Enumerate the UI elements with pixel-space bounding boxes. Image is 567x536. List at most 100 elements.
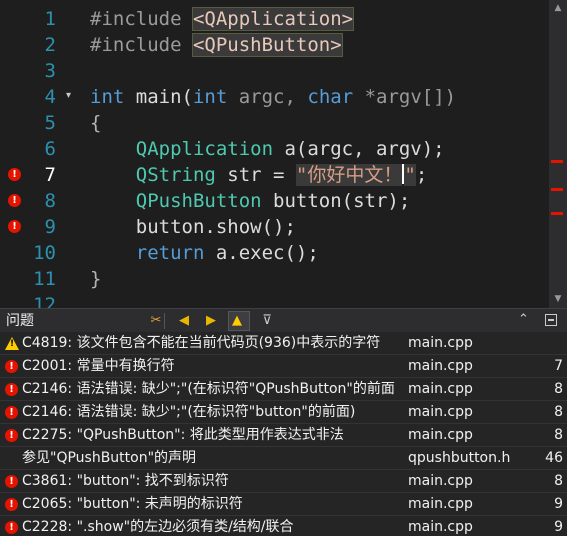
error-glyph-icon[interactable]: ! — [8, 194, 21, 207]
code-token: { — [90, 112, 102, 134]
error-line: 9 — [554, 519, 563, 535]
code-area[interactable]: #include <QApplication> #include <QPushBu… — [84, 0, 549, 308]
code-token: QPushButton — [90, 190, 262, 212]
error-file: qpushbutton.h — [408, 450, 511, 466]
scroll-error-marker — [551, 160, 563, 163]
funnel-icon[interactable]: ⊽ — [259, 312, 275, 330]
error-line: 8 — [554, 473, 563, 489]
code-line[interactable]: { — [90, 110, 101, 136]
warning-filter-button[interactable]: ▲ — [228, 311, 250, 331]
code-token: QString — [90, 164, 216, 186]
error-file: main.cpp — [408, 358, 473, 374]
code-line[interactable]: return a.exec(); — [90, 240, 319, 266]
code-token: button(str); — [261, 190, 411, 212]
panel-title: 问题 — [6, 313, 34, 329]
code-token: " — [404, 164, 416, 186]
error-line: 8 — [554, 404, 563, 420]
code-token: #include — [90, 8, 193, 30]
error-file: main.cpp — [408, 496, 473, 512]
filter-icon[interactable]: ✂ — [148, 312, 164, 330]
glyph-margin[interactable]: !!! — [0, 0, 30, 308]
error-icon: ! — [5, 406, 18, 419]
code-line[interactable]: button.show(); — [90, 214, 296, 240]
error-description: C2228: ".show"的左边必须有类/结构/联合 — [22, 519, 294, 535]
toolbar-divider — [164, 313, 165, 329]
error-icon: ! — [5, 360, 18, 373]
error-glyph-icon[interactable]: ! — [8, 168, 21, 181]
arrow-left-icon[interactable]: ◀ — [176, 312, 192, 330]
line-number: 3 — [44, 60, 56, 82]
toolbar-divider — [249, 313, 250, 329]
line-number: 11 — [33, 268, 56, 290]
error-description: C4819: 该文件包含不能在当前代码页(936)中表示的字符 — [22, 335, 381, 351]
error-list-row[interactable]: ! C2146: 语法错误: 缺少";"(在标识符"QPushButton"的前面… — [0, 378, 567, 401]
code-token: ; — [415, 164, 428, 186]
code-editor[interactable]: !!! 1 2 3 4 5 6 7 8 9 10 11 12 ▾ #include <QApplica… — [0, 0, 567, 308]
code-token: QApplication — [90, 138, 274, 160]
line-number: 4 — [44, 86, 56, 108]
chevron-up-icon[interactable]: ⌃ — [518, 312, 529, 327]
line-number: 5 — [44, 112, 56, 134]
error-list-row[interactable]: ! C4819: 该文件包含不能在当前代码页(936)中表示的字符 main.cpp — [0, 332, 567, 355]
line-number: 6 — [44, 138, 56, 160]
error-icon: ! — [5, 498, 18, 511]
error-line: 8 — [554, 381, 563, 397]
error-file: main.cpp — [408, 473, 473, 489]
error-icon: ! — [5, 521, 18, 534]
line-number: 7 — [44, 164, 56, 186]
code-line[interactable]: #include <QApplication> — [90, 6, 355, 32]
error-file: main.cpp — [408, 381, 473, 397]
code-line[interactable]: int main(int argc, char *argv[]) — [90, 84, 456, 110]
scroll-error-marker — [551, 188, 563, 191]
fold-chevron-icon[interactable]: ▾ — [66, 90, 71, 101]
fold-margin[interactable]: ▾ — [64, 0, 84, 308]
code-token: } — [90, 268, 102, 290]
error-list-row[interactable]: ! C2146: 语法错误: 缺少";"(在标识符"button"的前面) main… — [0, 401, 567, 424]
code-token: *argv[]) — [353, 86, 457, 108]
code-line[interactable]: #include <QPushButton> — [90, 32, 343, 58]
code-token: argc, — [227, 86, 308, 108]
arrow-right-icon[interactable]: ▶ — [203, 312, 219, 330]
error-list-row[interactable]: ! C2001: 常量中有换行符 main.cpp 7 — [0, 355, 567, 378]
error-description: C3861: "button": 找不到标识符 — [22, 473, 229, 489]
scroll-down-icon[interactable]: ▼ — [553, 294, 563, 304]
error-list-row[interactable]: ! C2065: "button": 未声明的标识符 main.cpp 9 — [0, 493, 567, 516]
maximize-icon[interactable] — [545, 314, 557, 326]
vertical-scrollbar[interactable]: ▲ ▼ — [549, 0, 567, 308]
warning-icon-mark: ! — [10, 339, 15, 349]
code-line[interactable]: QPushButton button(str); — [90, 188, 411, 214]
code-line[interactable]: QString str = "你好中文！ "; — [90, 162, 427, 188]
error-file: main.cpp — [408, 427, 473, 443]
line-number-gutter: 1 2 3 4 5 6 7 8 9 10 11 12 — [30, 0, 64, 308]
code-token: main( — [124, 86, 193, 108]
error-description: C2065: "button": 未声明的标识符 — [22, 496, 243, 512]
code-line[interactable]: QApplication a(argc, argv); — [90, 136, 445, 162]
error-icon: ! — [5, 383, 18, 396]
error-description: C2001: 常量中有换行符 — [22, 358, 175, 374]
code-token: char — [307, 86, 354, 108]
error-list-row[interactable]: ! C2275: "QPushButton": 将此类型用作表达式非法 main.c… — [0, 424, 567, 447]
error-file: main.cpp — [408, 519, 473, 535]
error-list-row[interactable]: ! C3861: "button": 找不到标识符 main.cpp 8 — [0, 470, 567, 493]
line-number: 12 — [33, 294, 56, 308]
code-token: <QApplication> — [191, 7, 355, 31]
line-number: 2 — [44, 34, 56, 56]
code-token: str = — [215, 164, 296, 186]
error-description: 参见"QPushButton"的声明 — [22, 450, 197, 466]
error-icon: ! — [5, 429, 18, 442]
scroll-up-icon[interactable]: ▲ — [553, 3, 563, 13]
error-list-row[interactable]: 参见"QPushButton"的声明 qpushbutton.h 46 — [0, 447, 567, 470]
line-number: 9 — [44, 216, 56, 238]
error-description: C2146: 语法错误: 缺少";"(在标识符"button"的前面) — [22, 404, 356, 420]
code-token: <QPushButton> — [191, 33, 343, 57]
code-line[interactable]: } — [90, 266, 101, 292]
error-line: 9 — [554, 496, 563, 512]
error-glyph-icon[interactable]: ! — [8, 220, 21, 233]
error-description: C2146: 语法错误: 缺少";"(在标识符"QPushButton"的前面 — [22, 381, 395, 397]
error-list[interactable]: ! C4819: 该文件包含不能在当前代码页(936)中表示的字符 main.cpp… — [0, 332, 567, 536]
error-line: 7 — [554, 358, 563, 374]
code-token: int — [90, 86, 125, 108]
error-list-row[interactable]: ! C2228: ".show"的左边必须有类/结构/联合 main.cpp 9 — [0, 516, 567, 536]
code-token: int — [192, 86, 228, 108]
error-list-header: 问题 ✂ ◀ ▶ ▲ ⊽ ⌃ — [0, 308, 567, 332]
